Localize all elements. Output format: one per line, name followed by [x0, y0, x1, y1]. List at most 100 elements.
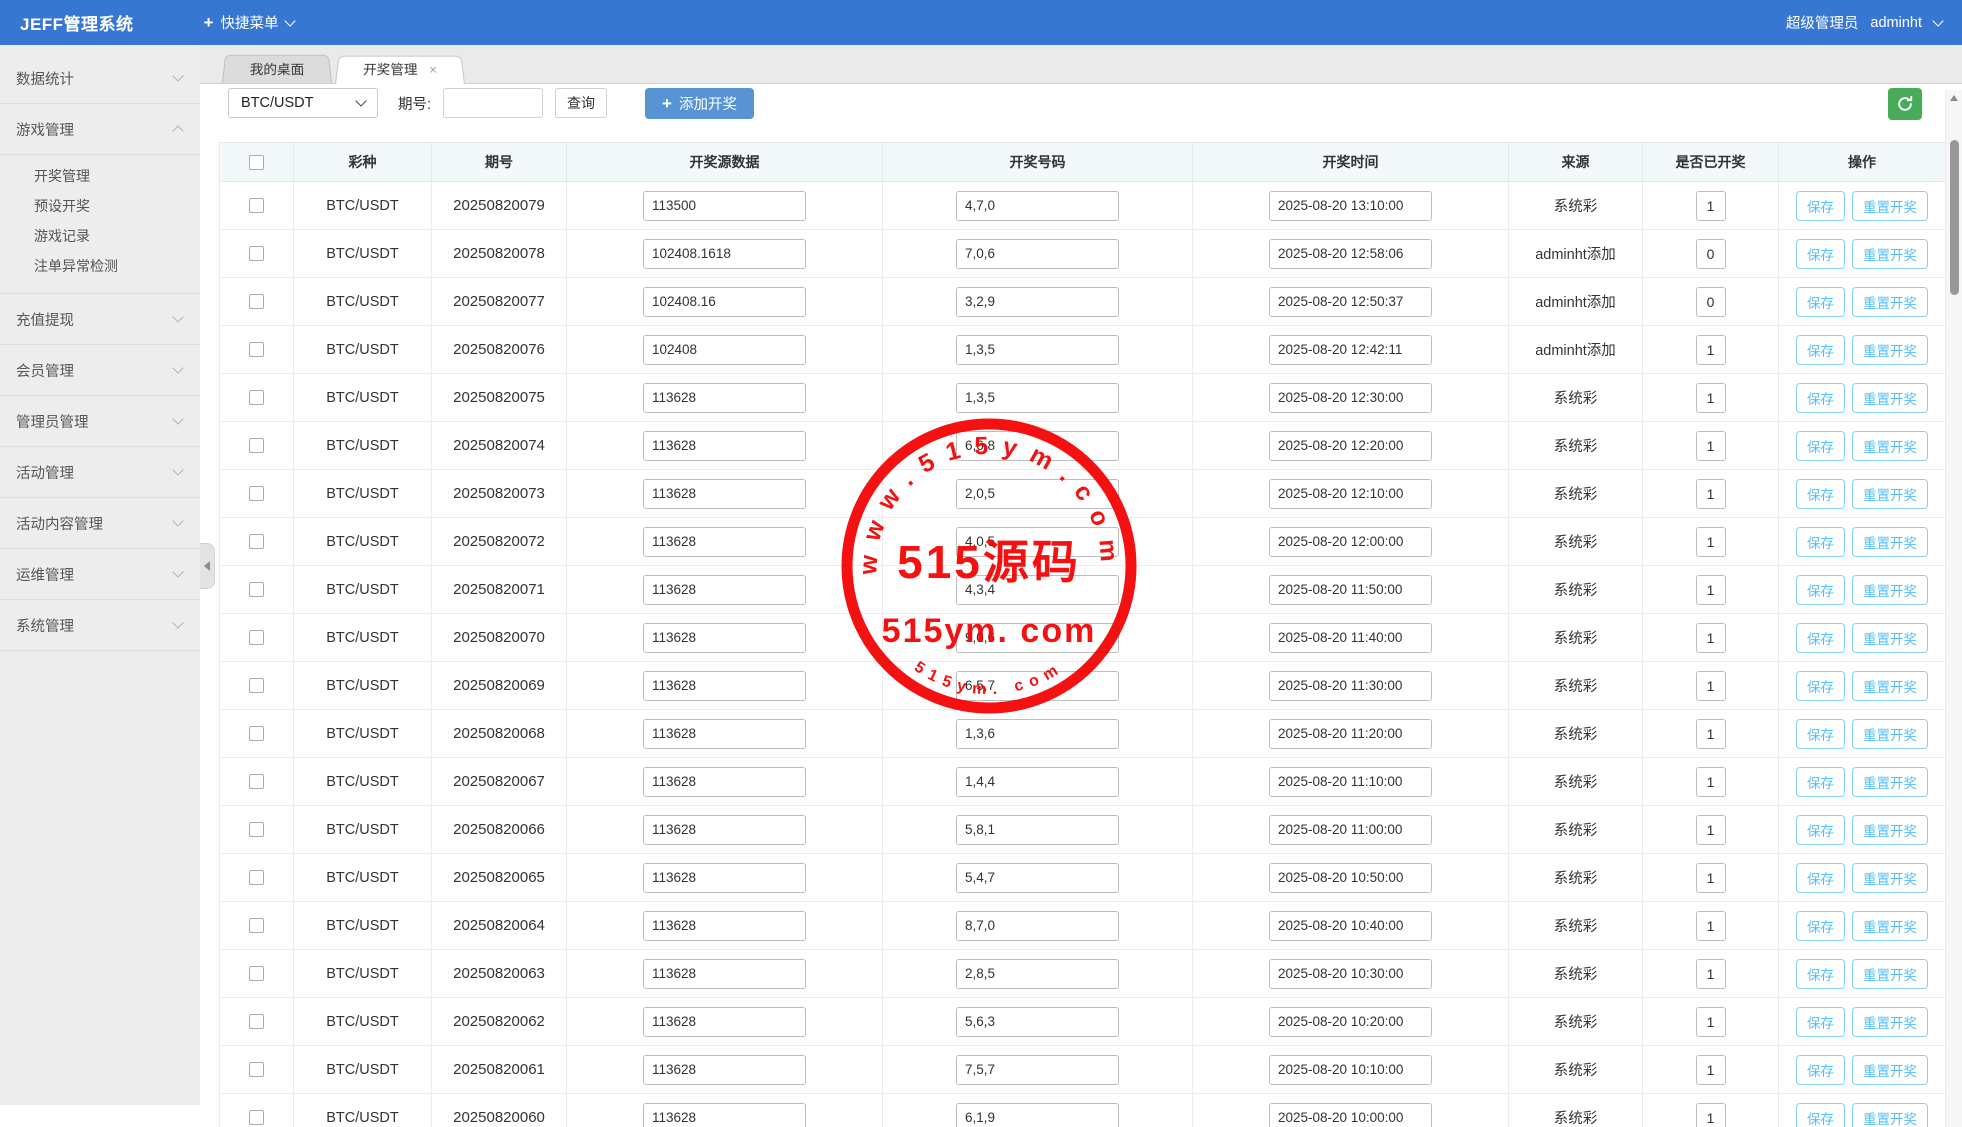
quick-menu-button[interactable]: + 快捷菜单 — [204, 12, 294, 33]
save-button[interactable]: 保存 — [1796, 623, 1845, 653]
select-all-checkbox[interactable] — [249, 155, 264, 170]
reset-draw-button[interactable]: 重置开奖 — [1852, 815, 1928, 845]
sidebar-item-activities[interactable]: 活动管理 — [0, 447, 200, 497]
save-button[interactable]: 保存 — [1796, 719, 1845, 749]
opened-flag-input[interactable] — [1696, 527, 1726, 557]
save-button[interactable]: 保存 — [1796, 431, 1845, 461]
row-checkbox[interactable] — [249, 582, 264, 597]
draw-time-input[interactable] — [1269, 1103, 1432, 1127]
draw-time-input[interactable] — [1269, 719, 1432, 749]
save-button[interactable]: 保存 — [1796, 959, 1845, 989]
row-checkbox[interactable] — [249, 774, 264, 789]
opened-flag-input[interactable] — [1696, 1007, 1726, 1037]
row-checkbox[interactable] — [249, 678, 264, 693]
row-checkbox[interactable] — [249, 726, 264, 741]
source-data-input[interactable] — [643, 383, 806, 413]
reset-draw-button[interactable]: 重置开奖 — [1852, 575, 1928, 605]
draw-numbers-input[interactable] — [956, 575, 1119, 605]
draw-time-input[interactable] — [1269, 1007, 1432, 1037]
source-data-input[interactable] — [643, 959, 806, 989]
save-button[interactable]: 保存 — [1796, 1055, 1845, 1085]
source-data-input[interactable] — [643, 623, 806, 653]
draw-time-input[interactable] — [1269, 911, 1432, 941]
draw-time-input[interactable] — [1269, 959, 1432, 989]
reset-draw-button[interactable]: 重置开奖 — [1852, 1055, 1928, 1085]
scroll-up-arrow[interactable] — [1946, 90, 1962, 106]
tab-my-desktop[interactable]: 我的桌面 — [222, 55, 332, 83]
opened-flag-input[interactable] — [1696, 479, 1726, 509]
opened-flag-input[interactable] — [1696, 911, 1726, 941]
row-checkbox[interactable] — [249, 870, 264, 885]
reset-draw-button[interactable]: 重置开奖 — [1852, 479, 1928, 509]
save-button[interactable]: 保存 — [1796, 1007, 1845, 1037]
draw-time-input[interactable] — [1269, 431, 1432, 461]
draw-numbers-input[interactable] — [956, 959, 1119, 989]
opened-flag-input[interactable] — [1696, 1103, 1726, 1127]
source-data-input[interactable] — [643, 911, 806, 941]
draw-time-input[interactable] — [1269, 335, 1432, 365]
draw-time-input[interactable] — [1269, 383, 1432, 413]
source-data-input[interactable] — [643, 767, 806, 797]
opened-flag-input[interactable] — [1696, 767, 1726, 797]
reset-draw-button[interactable]: 重置开奖 — [1852, 1103, 1928, 1127]
source-data-input[interactable] — [643, 527, 806, 557]
draw-numbers-input[interactable] — [956, 431, 1119, 461]
opened-flag-input[interactable] — [1696, 431, 1726, 461]
row-checkbox[interactable] — [249, 1014, 264, 1029]
save-button[interactable]: 保存 — [1796, 383, 1845, 413]
source-data-input[interactable] — [643, 191, 806, 221]
draw-numbers-input[interactable] — [956, 815, 1119, 845]
reset-draw-button[interactable]: 重置开奖 — [1852, 239, 1928, 269]
row-checkbox[interactable] — [249, 966, 264, 981]
opened-flag-input[interactable] — [1696, 671, 1726, 701]
draw-time-input[interactable] — [1269, 191, 1432, 221]
opened-flag-input[interactable] — [1696, 719, 1726, 749]
save-button[interactable]: 保存 — [1796, 239, 1845, 269]
draw-time-input[interactable] — [1269, 863, 1432, 893]
row-checkbox[interactable] — [249, 918, 264, 933]
sidebar-collapse-handle[interactable] — [200, 543, 215, 589]
draw-time-input[interactable] — [1269, 815, 1432, 845]
reset-draw-button[interactable]: 重置开奖 — [1852, 191, 1928, 221]
draw-time-input[interactable] — [1269, 1055, 1432, 1085]
source-data-input[interactable] — [643, 479, 806, 509]
opened-flag-input[interactable] — [1696, 1055, 1726, 1085]
sidebar-item-system[interactable]: 系统管理 — [0, 600, 200, 650]
sidebar-item-data-stats[interactable]: 数据统计 — [0, 53, 200, 103]
save-button[interactable]: 保存 — [1796, 1103, 1845, 1127]
opened-flag-input[interactable] — [1696, 287, 1726, 317]
reset-draw-button[interactable]: 重置开奖 — [1852, 719, 1928, 749]
source-data-input[interactable] — [643, 1055, 806, 1085]
draw-numbers-input[interactable] — [956, 335, 1119, 365]
draw-time-input[interactable] — [1269, 623, 1432, 653]
lottery-type-select[interactable]: BTC/USDT — [228, 88, 378, 118]
save-button[interactable]: 保存 — [1796, 863, 1845, 893]
search-button[interactable]: 查询 — [555, 88, 607, 118]
draw-numbers-input[interactable] — [956, 191, 1119, 221]
scrollbar-thumb[interactable] — [1950, 140, 1959, 295]
opened-flag-input[interactable] — [1696, 623, 1726, 653]
save-button[interactable]: 保存 — [1796, 479, 1845, 509]
save-button[interactable]: 保存 — [1796, 767, 1845, 797]
draw-time-input[interactable] — [1269, 287, 1432, 317]
sidebar-subitem-game-records[interactable]: 游戏记录 — [0, 221, 200, 251]
save-button[interactable]: 保存 — [1796, 671, 1845, 701]
add-draw-button[interactable]: + 添加开奖 — [645, 88, 754, 119]
draw-numbers-input[interactable] — [956, 1055, 1119, 1085]
tab-draw-management[interactable]: 开奖管理 × — [335, 56, 465, 84]
save-button[interactable]: 保存 — [1796, 287, 1845, 317]
row-checkbox[interactable] — [249, 438, 264, 453]
draw-numbers-input[interactable] — [956, 527, 1119, 557]
reset-draw-button[interactable]: 重置开奖 — [1852, 959, 1928, 989]
draw-time-input[interactable] — [1269, 767, 1432, 797]
opened-flag-input[interactable] — [1696, 383, 1726, 413]
refresh-button[interactable] — [1888, 88, 1922, 120]
source-data-input[interactable] — [643, 1103, 806, 1127]
save-button[interactable]: 保存 — [1796, 335, 1845, 365]
reset-draw-button[interactable]: 重置开奖 — [1852, 287, 1928, 317]
opened-flag-input[interactable] — [1696, 239, 1726, 269]
draw-time-input[interactable] — [1269, 479, 1432, 509]
opened-flag-input[interactable] — [1696, 575, 1726, 605]
row-checkbox[interactable] — [249, 294, 264, 309]
save-button[interactable]: 保存 — [1796, 191, 1845, 221]
